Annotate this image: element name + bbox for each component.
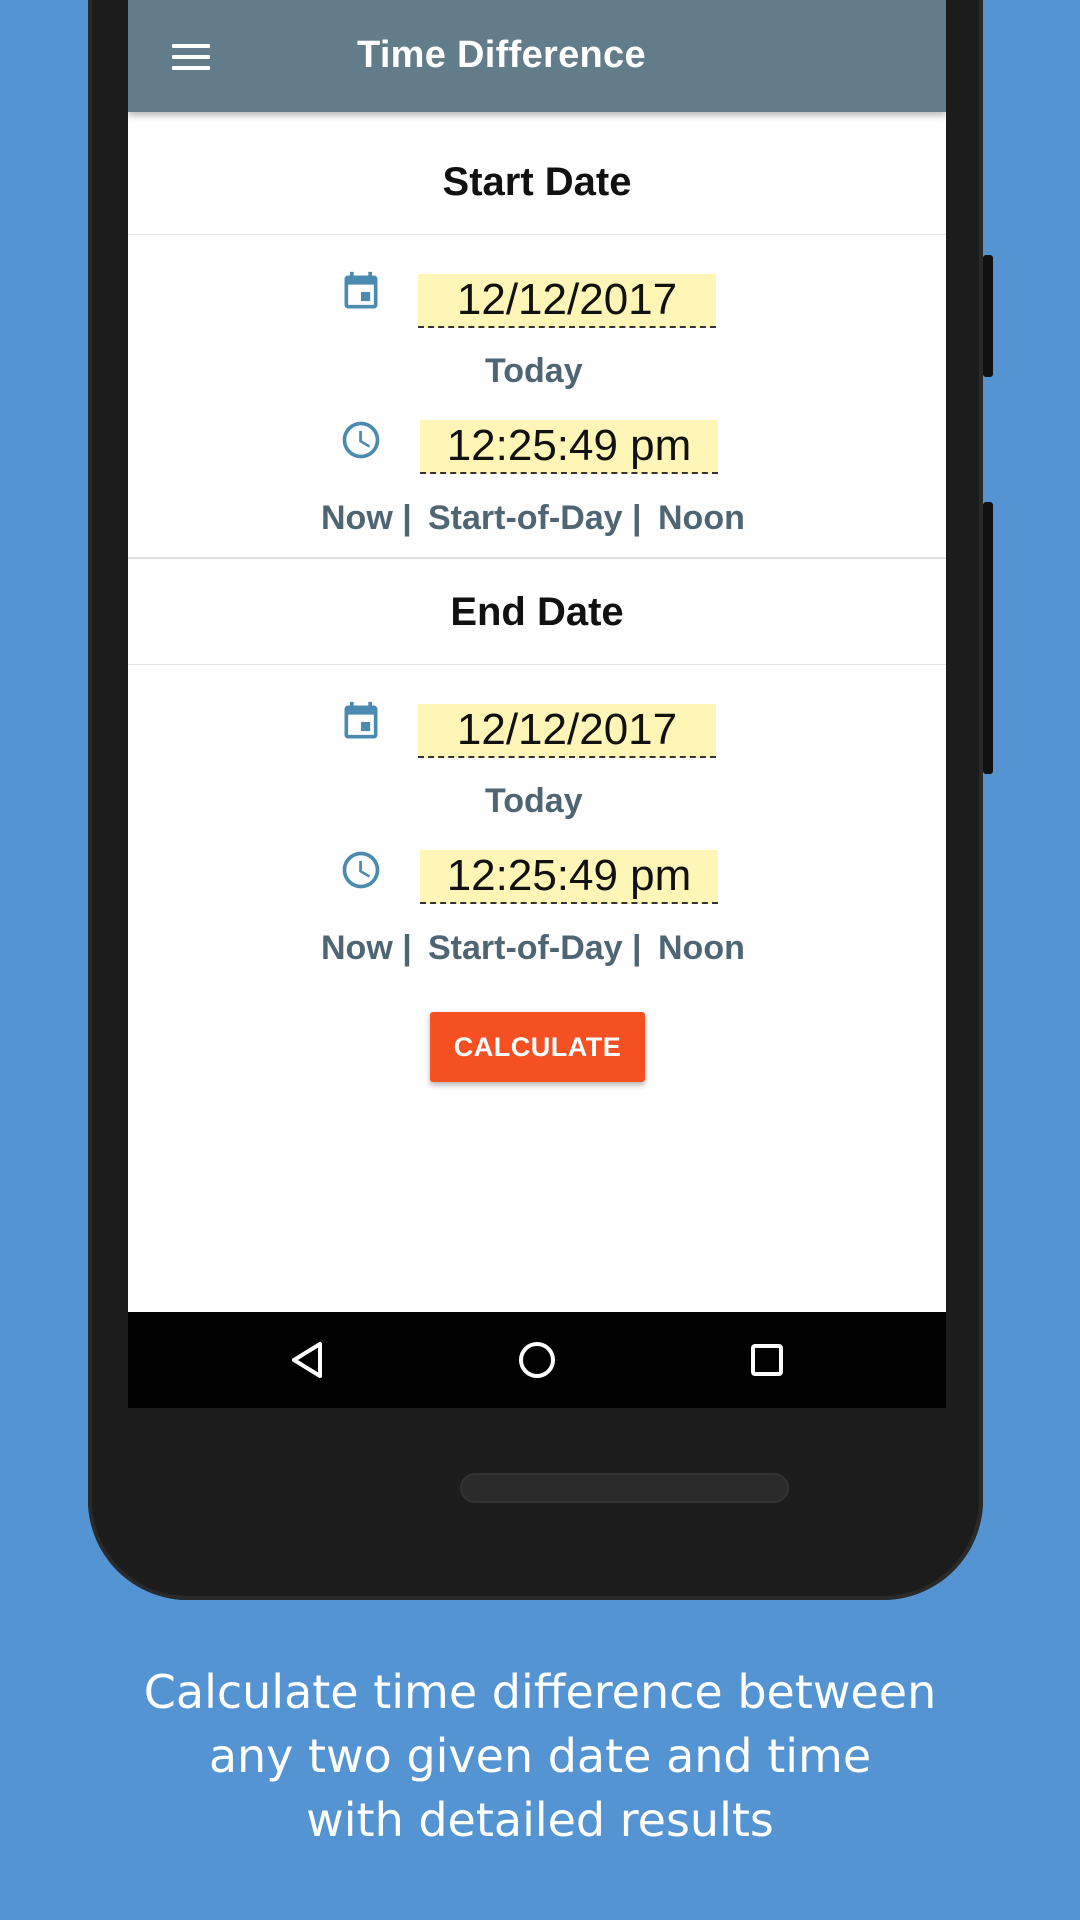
app-title: Time Difference <box>357 34 646 76</box>
end-start-of-day-link[interactable]: Start-of-Day | <box>428 929 642 968</box>
menu-icon[interactable] <box>172 44 210 74</box>
end-noon-link[interactable]: Noon <box>658 929 745 968</box>
clock-icon[interactable] <box>339 418 383 462</box>
back-triangle-icon[interactable] <box>288 1340 328 1380</box>
calendar-icon[interactable] <box>339 270 383 314</box>
start-date-field[interactable]: 12/12/2017 <box>418 274 716 328</box>
phone-screen: Time Difference Start Date 12/12/2017 To… <box>128 0 946 1408</box>
clock-icon[interactable] <box>339 848 383 892</box>
start-now-link[interactable]: Now | <box>321 499 412 538</box>
end-today-link[interactable]: Today <box>485 782 583 821</box>
power-button <box>983 255 993 377</box>
start-time-field[interactable]: 12:25:49 pm <box>420 420 718 474</box>
start-start-of-day-link[interactable]: Start-of-Day | <box>428 499 642 538</box>
end-time-field[interactable]: 12:25:49 pm <box>420 850 718 904</box>
recents-square-icon[interactable] <box>747 1340 787 1380</box>
calculate-button[interactable]: CALCULATE <box>430 1012 645 1082</box>
start-date-heading: Start Date <box>128 130 946 235</box>
end-date-field[interactable]: 12/12/2017 <box>418 704 716 758</box>
start-today-link[interactable]: Today <box>485 352 583 391</box>
start-noon-link[interactable]: Noon <box>658 499 745 538</box>
app-bar: Time Difference <box>128 0 946 112</box>
caption-line: any two given date and time <box>208 1729 872 1783</box>
end-now-link[interactable]: Now | <box>321 929 412 968</box>
end-date-heading: End Date <box>128 560 946 665</box>
calendar-icon[interactable] <box>339 700 383 744</box>
promo-caption: Calculate time difference between any tw… <box>0 1660 1080 1852</box>
home-circle-icon[interactable] <box>517 1340 557 1380</box>
phone-speaker <box>460 1473 789 1503</box>
volume-button <box>983 502 993 774</box>
system-nav-bar <box>128 1312 946 1408</box>
caption-line: with detailed results <box>306 1793 774 1847</box>
caption-line: Calculate time difference between <box>143 1665 937 1719</box>
section-divider <box>128 557 946 559</box>
